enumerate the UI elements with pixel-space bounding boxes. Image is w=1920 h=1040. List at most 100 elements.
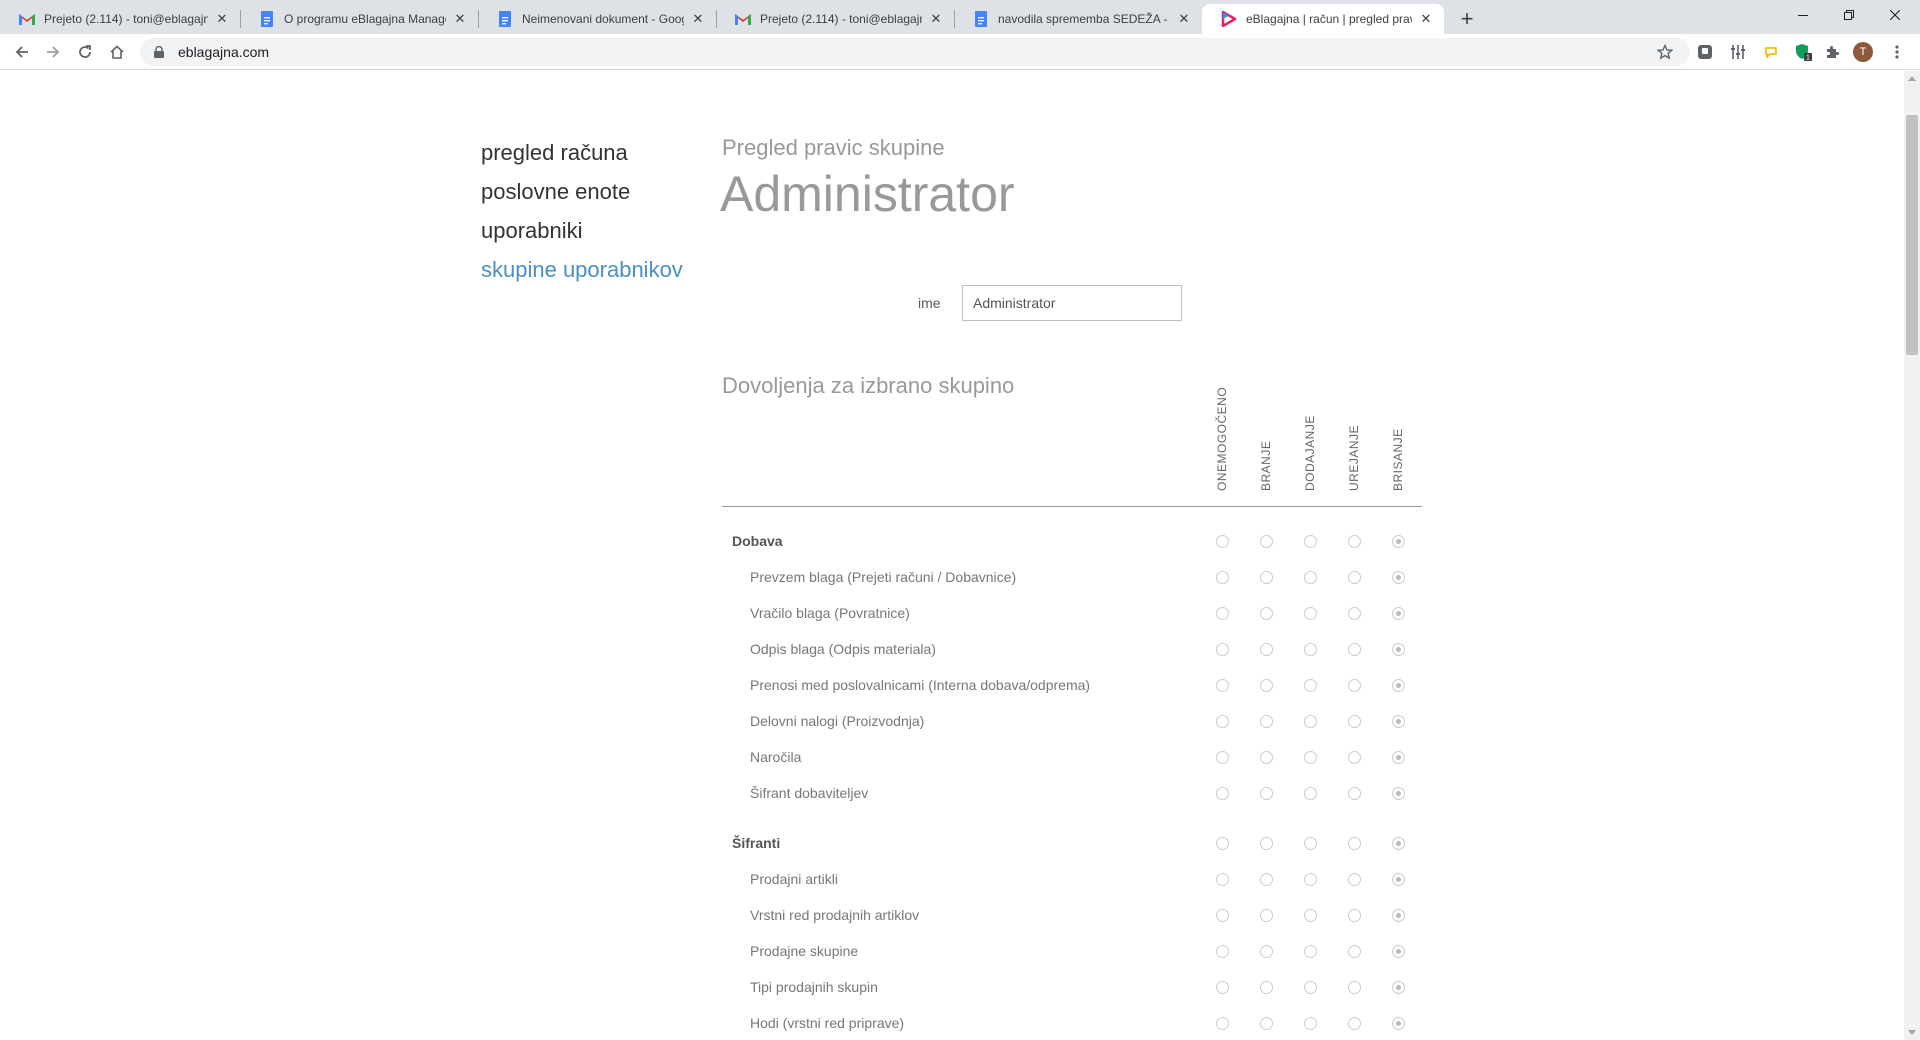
page-scrollbar[interactable]	[1904, 71, 1920, 1040]
permission-radio-dodajanje[interactable]	[1304, 679, 1317, 692]
permission-radio-brisanje[interactable]	[1392, 909, 1405, 922]
permission-radio-onemogočeno[interactable]	[1216, 981, 1229, 994]
permission-radio-brisanje[interactable]	[1392, 751, 1405, 764]
permission-radio-branje[interactable]	[1260, 607, 1273, 620]
permission-radio-onemogočeno[interactable]	[1216, 873, 1229, 886]
permission-radio-urejanje[interactable]	[1348, 909, 1361, 922]
permission-radio-brisanje[interactable]	[1392, 837, 1405, 850]
permission-radio-dodajanje[interactable]	[1304, 643, 1317, 656]
permission-radio-branje[interactable]	[1260, 643, 1273, 656]
extensions-puzzle-icon[interactable]	[1822, 41, 1844, 63]
browser-tab-2[interactable]: O programu eBlagajna Manager ✕	[240, 4, 478, 34]
permission-radio-urejanje[interactable]	[1348, 945, 1361, 958]
home-button[interactable]	[103, 38, 131, 66]
permission-radio-brisanje[interactable]	[1392, 535, 1405, 548]
permission-radio-branje[interactable]	[1260, 751, 1273, 764]
permission-radio-branje[interactable]	[1260, 873, 1273, 886]
permission-radio-onemogočeno[interactable]	[1216, 571, 1229, 584]
permission-radio-brisanje[interactable]	[1392, 679, 1405, 692]
permission-radio-urejanje[interactable]	[1348, 715, 1361, 728]
permission-radio-dodajanje[interactable]	[1304, 1017, 1317, 1030]
permission-radio-branje[interactable]	[1260, 1017, 1273, 1030]
permission-radio-brisanje[interactable]	[1392, 787, 1405, 800]
close-icon[interactable]: ✕	[1176, 11, 1192, 27]
extension-dark-square-icon[interactable]	[1694, 41, 1716, 63]
permission-radio-onemogočeno[interactable]	[1216, 1017, 1229, 1030]
permission-radio-dodajanje[interactable]	[1304, 751, 1317, 764]
restore-button[interactable]	[1826, 0, 1872, 30]
permission-radio-brisanje[interactable]	[1392, 643, 1405, 656]
permission-radio-branje[interactable]	[1260, 981, 1273, 994]
permission-radio-brisanje[interactable]	[1392, 607, 1405, 620]
permission-radio-onemogočeno[interactable]	[1216, 535, 1229, 548]
back-button[interactable]	[8, 38, 36, 66]
close-icon[interactable]: ✕	[452, 11, 468, 27]
permission-radio-onemogočeno[interactable]	[1216, 751, 1229, 764]
permission-radio-dodajanje[interactable]	[1304, 715, 1317, 728]
permission-radio-urejanje[interactable]	[1348, 751, 1361, 764]
permission-radio-branje[interactable]	[1260, 945, 1273, 958]
permission-radio-onemogočeno[interactable]	[1216, 945, 1229, 958]
sidebar-item-skupine-uporabnikov[interactable]: skupine uporabnikov	[481, 250, 683, 289]
profile-avatar[interactable]: T	[1852, 41, 1874, 63]
extension-sliders-icon[interactable]	[1727, 41, 1749, 63]
permission-radio-brisanje[interactable]	[1392, 981, 1405, 994]
browser-tab-6-active[interactable]: eBlagajna | račun | pregled pravic ✕	[1202, 4, 1444, 34]
permission-radio-onemogočeno[interactable]	[1216, 909, 1229, 922]
browser-tab-3[interactable]: Neimenovani dokument - Google ✕	[478, 4, 716, 34]
permission-radio-onemogočeno[interactable]	[1216, 787, 1229, 800]
extension-chat-icon[interactable]	[1760, 41, 1782, 63]
permission-radio-brisanje[interactable]	[1392, 945, 1405, 958]
permission-radio-onemogočeno[interactable]	[1216, 715, 1229, 728]
permission-radio-branje[interactable]	[1260, 787, 1273, 800]
permission-radio-urejanje[interactable]	[1348, 1017, 1361, 1030]
scroll-up-arrow-icon[interactable]	[1908, 76, 1916, 81]
sidebar-item-uporabniki[interactable]: uporabniki	[481, 211, 683, 250]
close-icon[interactable]: ✕	[928, 11, 944, 27]
permission-radio-urejanje[interactable]	[1348, 873, 1361, 886]
reload-button[interactable]	[71, 38, 99, 66]
permission-radio-onemogočeno[interactable]	[1216, 607, 1229, 620]
permission-radio-urejanje[interactable]	[1348, 837, 1361, 850]
sidebar-item-poslovne-enote[interactable]: poslovne enote	[481, 172, 683, 211]
permission-radio-onemogočeno[interactable]	[1216, 679, 1229, 692]
close-icon[interactable]: ✕	[1418, 11, 1434, 27]
browser-tab-4[interactable]: Prejeto (2.114) - toni@eblagajna.com ✕	[716, 4, 954, 34]
permission-radio-branje[interactable]	[1260, 679, 1273, 692]
browser-menu-kebab-icon[interactable]	[1886, 41, 1908, 63]
permission-radio-branje[interactable]	[1260, 571, 1273, 584]
permission-radio-branje[interactable]	[1260, 715, 1273, 728]
permission-radio-dodajanje[interactable]	[1304, 909, 1317, 922]
close-icon[interactable]: ✕	[214, 11, 230, 27]
permission-radio-urejanje[interactable]	[1348, 643, 1361, 656]
minimize-button[interactable]	[1780, 0, 1826, 30]
close-window-button[interactable]	[1872, 0, 1918, 30]
permission-radio-onemogočeno[interactable]	[1216, 837, 1229, 850]
permission-radio-urejanje[interactable]	[1348, 535, 1361, 548]
scroll-down-arrow-icon[interactable]	[1908, 1030, 1916, 1035]
address-bar[interactable]: eblagajna.com	[140, 38, 1690, 66]
permission-radio-dodajanje[interactable]	[1304, 981, 1317, 994]
permission-radio-dodajanje[interactable]	[1304, 535, 1317, 548]
permission-radio-branje[interactable]	[1260, 909, 1273, 922]
permission-radio-branje[interactable]	[1260, 535, 1273, 548]
permission-radio-brisanje[interactable]	[1392, 715, 1405, 728]
permission-radio-brisanje[interactable]	[1392, 1017, 1405, 1030]
browser-tab-5[interactable]: navodila sprememba SEDEŽA - G ✕	[954, 4, 1202, 34]
permission-radio-urejanje[interactable]	[1348, 787, 1361, 800]
sidebar-item-pregled-racuna[interactable]: pregled računa	[481, 133, 683, 172]
permission-radio-dodajanje[interactable]	[1304, 945, 1317, 958]
permission-radio-branje[interactable]	[1260, 837, 1273, 850]
permission-radio-dodajanje[interactable]	[1304, 787, 1317, 800]
bookmark-star-icon[interactable]	[1655, 42, 1675, 62]
group-name-input[interactable]	[962, 285, 1182, 321]
permission-radio-urejanje[interactable]	[1348, 679, 1361, 692]
permission-radio-urejanje[interactable]	[1348, 571, 1361, 584]
permission-radio-urejanje[interactable]	[1348, 607, 1361, 620]
close-icon[interactable]: ✕	[690, 11, 706, 27]
permission-radio-onemogočeno[interactable]	[1216, 643, 1229, 656]
permission-radio-brisanje[interactable]	[1392, 873, 1405, 886]
browser-tab-1[interactable]: Prejeto (2.114) - toni@eblagajna.com ✕	[0, 4, 240, 34]
permission-radio-urejanje[interactable]	[1348, 981, 1361, 994]
permission-radio-dodajanje[interactable]	[1304, 873, 1317, 886]
